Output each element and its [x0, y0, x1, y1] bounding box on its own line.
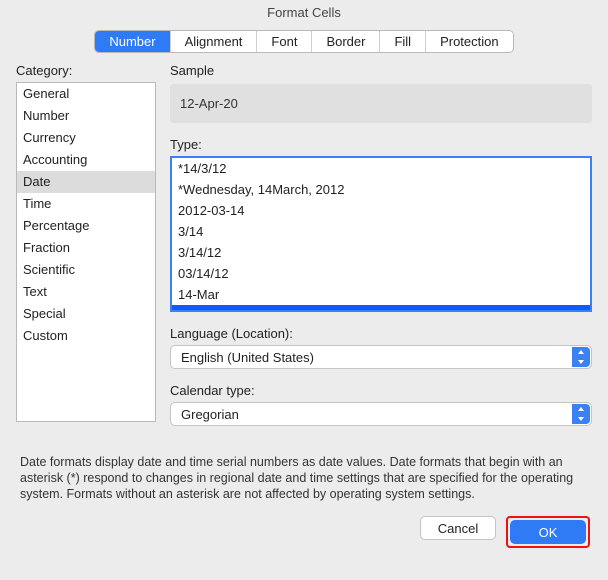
category-item[interactable]: Accounting [17, 149, 155, 171]
sample-value: 12-Apr-20 [170, 84, 592, 123]
type-item[interactable]: 14-Mar [172, 284, 590, 305]
category-item[interactable]: Custom [17, 325, 155, 347]
type-item[interactable]: 03/14/12 [172, 263, 590, 284]
type-label: Type: [170, 137, 592, 152]
tab-number[interactable]: Number [95, 31, 170, 52]
category-item[interactable]: Date [17, 171, 155, 193]
tab-border[interactable]: Border [312, 31, 380, 52]
type-list[interactable]: *14/3/12*Wednesday, 14March, 20122012-03… [170, 156, 592, 312]
language-label: Language (Location): [170, 326, 592, 341]
category-item[interactable]: General [17, 83, 155, 105]
type-item[interactable]: 3/14 [172, 221, 590, 242]
category-item[interactable]: Text [17, 281, 155, 303]
type-item[interactable]: *14/3/12 [172, 158, 590, 179]
calendar-value: Gregorian [181, 407, 239, 422]
category-item[interactable]: Percentage [17, 215, 155, 237]
tab-bar: NumberAlignmentFontBorderFillProtection [16, 30, 592, 53]
type-item[interactable]: 14-Mar-12 [172, 305, 590, 312]
tab-fill[interactable]: Fill [380, 31, 426, 52]
tab-font[interactable]: Font [257, 31, 312, 52]
category-item[interactable]: Fraction [17, 237, 155, 259]
description-text: Date formats display date and time seria… [16, 454, 592, 502]
cancel-button[interactable]: Cancel [420, 516, 496, 540]
type-item[interactable]: *Wednesday, 14March, 2012 [172, 179, 590, 200]
category-item[interactable]: Scientific [17, 259, 155, 281]
tab-alignment[interactable]: Alignment [171, 31, 258, 52]
dialog-content: NumberAlignmentFontBorderFillProtection … [0, 30, 608, 556]
calendar-select[interactable]: Gregorian [170, 402, 592, 426]
category-item[interactable]: Time [17, 193, 155, 215]
type-item[interactable]: 3/14/12 [172, 242, 590, 263]
ok-highlight: OK [506, 516, 590, 548]
sample-label: Sample [170, 63, 592, 78]
category-item[interactable]: Number [17, 105, 155, 127]
category-label: Category: [16, 63, 156, 78]
category-item[interactable]: Currency [17, 127, 155, 149]
tab-protection[interactable]: Protection [426, 31, 513, 52]
dialog-footer: Cancel OK [16, 516, 592, 548]
language-value: English (United States) [181, 350, 314, 365]
category-list[interactable]: GeneralNumberCurrencyAccountingDateTimeP… [16, 82, 156, 422]
stepper-icon [572, 404, 590, 424]
stepper-icon [572, 347, 590, 367]
category-item[interactable]: Special [17, 303, 155, 325]
language-select[interactable]: English (United States) [170, 345, 592, 369]
window-title: Format Cells [0, 0, 608, 26]
type-item[interactable]: 2012-03-14 [172, 200, 590, 221]
calendar-label: Calendar type: [170, 383, 592, 398]
ok-button[interactable]: OK [510, 520, 586, 544]
